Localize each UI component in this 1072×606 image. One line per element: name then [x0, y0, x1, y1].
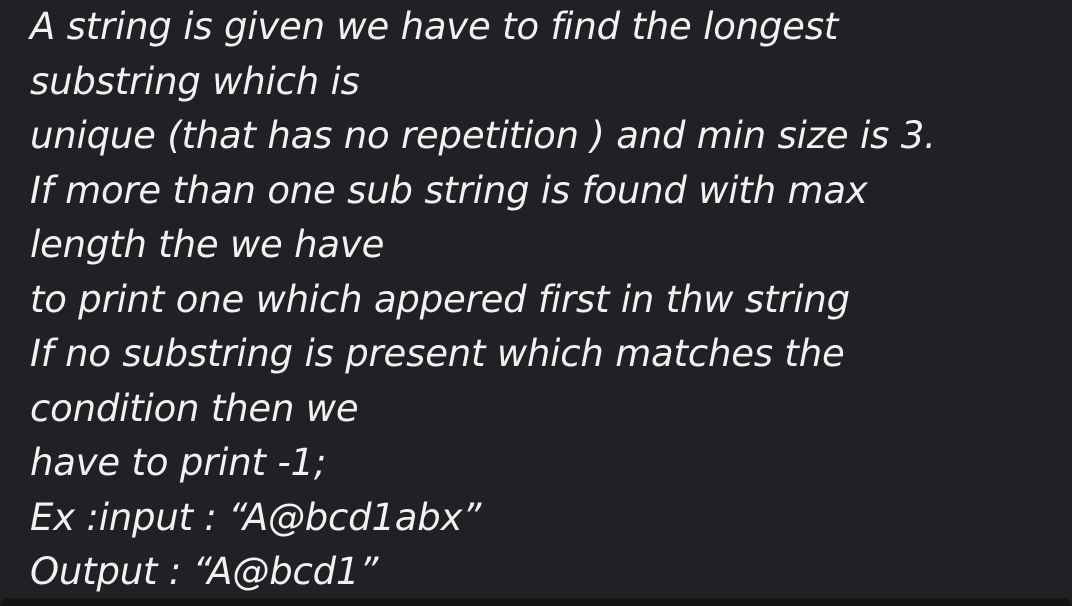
example-input-line: Ex :input : “A@bcd1abx” [30, 495, 482, 539]
message-line: have to print -1; [30, 441, 327, 484]
message-line: A string is given we have to find the lo… [30, 5, 839, 48]
message-line: condition then we [30, 386, 359, 430]
message-line: length the we have [30, 223, 385, 266]
message-line: to print one which appered first in thw … [30, 277, 850, 321]
message-line: unique (that has no repetition ) and min… [30, 114, 936, 157]
message-line: If more than one sub string is found wit… [30, 168, 868, 212]
bottom-panel-edge [0, 598, 1072, 606]
example-output-line: Output : “A@bcd1” [30, 550, 379, 593]
message-line: substring which is [30, 59, 360, 103]
message-text-block: A string is given we have to find the lo… [30, 0, 1060, 600]
message-line: If no substring is present which matches… [30, 332, 845, 375]
